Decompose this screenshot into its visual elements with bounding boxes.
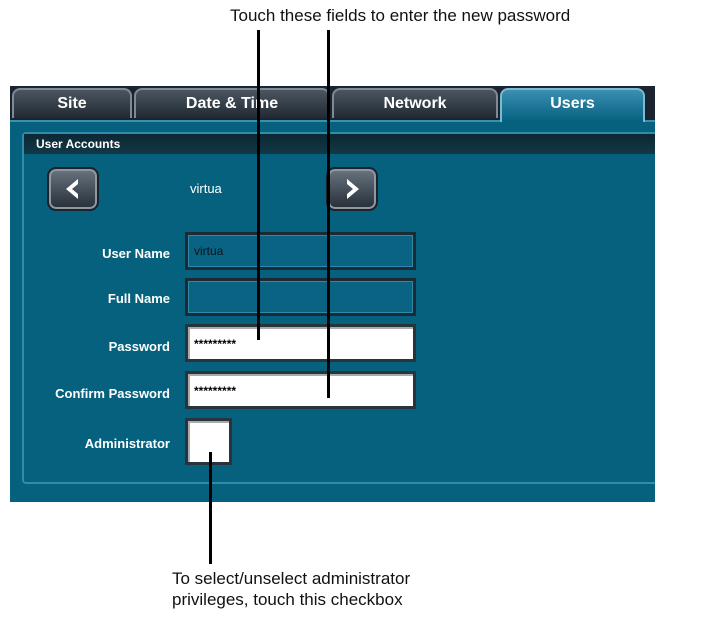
leader-line-confirm-password [327,30,330,398]
next-user-button[interactable] [326,167,378,211]
checkbox-callout-text: To select/unselect administrator privile… [172,568,410,610]
current-user-name: virtua [190,181,222,196]
password-label: Password [108,339,170,354]
password-value: ********* [194,337,237,351]
leader-line-password [257,30,260,340]
user-name-field[interactable]: virtua [185,232,416,270]
password-field[interactable]: ********* [185,324,416,362]
tab-network[interactable]: Network [332,88,498,118]
chevron-right-icon [347,179,359,199]
full-name-label: Full Name [107,291,170,306]
confirm-password-field[interactable]: ********* [185,371,416,409]
user-name-value: virtua [194,244,224,258]
chevron-left-icon [66,179,78,199]
previous-user-button[interactable] [47,167,99,211]
tab-site[interactable]: Site [12,88,132,118]
user-accounts-header: User Accounts [24,134,655,154]
confirm-password-label: Confirm Password [55,386,170,401]
leader-line-checkbox [209,452,212,564]
checkbox-callout-line-2: privileges, touch this checkbox [172,590,403,609]
tab-users[interactable]: Users [500,88,645,122]
administrator-label: Administrator [84,436,170,451]
user-name-label: User Name [102,246,170,261]
full-name-field[interactable] [185,278,416,316]
checkbox-callout-line-1: To select/unselect administrator [172,569,411,588]
password-callout-text: Touch these fields to enter the new pass… [230,6,571,25]
confirm-password-value: ********* [194,384,237,398]
tab-date-time[interactable]: Date & Time [134,88,330,118]
